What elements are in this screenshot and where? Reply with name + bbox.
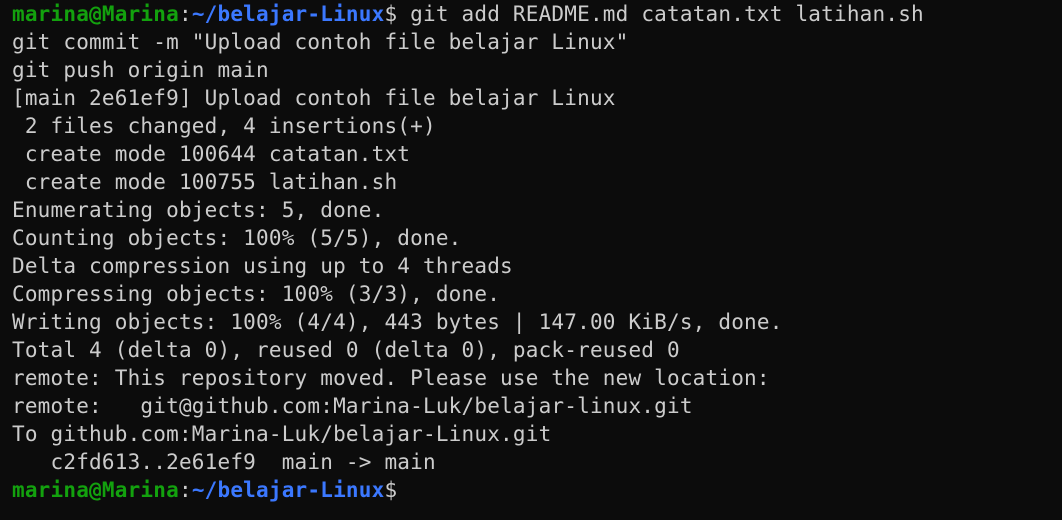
output-line: Counting objects: 100% (5/5), done.	[12, 226, 462, 250]
output-line: git commit -m "Upload contoh file belaja…	[12, 30, 629, 54]
prompt-user-host: marina@Marina	[12, 2, 179, 26]
entered-command: git add README.md catatan.txt latihan.sh	[397, 2, 924, 26]
prompt-user-host: marina@Marina	[12, 478, 179, 502]
text-cursor[interactable]	[397, 477, 408, 501]
output-line: c2fd613..2e61ef9 main -> main	[12, 450, 436, 474]
output-line: Total 4 (delta 0), reused 0 (delta 0), p…	[12, 338, 680, 362]
prompt-separator: :	[178, 2, 192, 26]
output-line: Writing objects: 100% (4/4), 443 bytes |…	[12, 310, 783, 334]
output-line: remote: git@github.com:Marina-Luk/belaja…	[12, 394, 693, 418]
output-line: Compressing objects: 100% (3/3), done.	[12, 282, 501, 306]
output-line: 2 files changed, 4 insertions(+)	[12, 114, 436, 138]
terminal-output: marina@Marina:~/belajar-Linux$ git add R…	[12, 0, 924, 504]
prompt-symbol: $	[384, 2, 398, 26]
output-line: create mode 100644 catatan.txt	[12, 142, 411, 166]
output-line: Delta compression using up to 4 threads	[12, 254, 513, 278]
output-line: remote: This repository moved. Please us…	[12, 366, 770, 390]
output-line: [main 2e61ef9] Upload contoh file belaja…	[12, 86, 616, 110]
output-line: create mode 100755 latihan.sh	[12, 170, 398, 194]
prompt-line-command: marina@Marina:~/belajar-Linux$ git add R…	[12, 0, 924, 28]
prompt-separator: :	[178, 478, 192, 502]
output-line: To github.com:Marina-Luk/belajar-Linux.g…	[12, 422, 552, 446]
terminal-window[interactable]: marina@Marina:~/belajar-Linux$ git add R…	[0, 0, 1062, 520]
prompt-path: ~/belajar-Linux	[191, 2, 385, 26]
output-line: Enumerating objects: 5, done.	[12, 198, 385, 222]
prompt-path: ~/belajar-Linux	[191, 478, 385, 502]
prompt-symbol: $	[384, 478, 398, 502]
prompt-line-current[interactable]: marina@Marina:~/belajar-Linux$	[12, 476, 924, 504]
output-line: git push origin main	[12, 58, 269, 82]
